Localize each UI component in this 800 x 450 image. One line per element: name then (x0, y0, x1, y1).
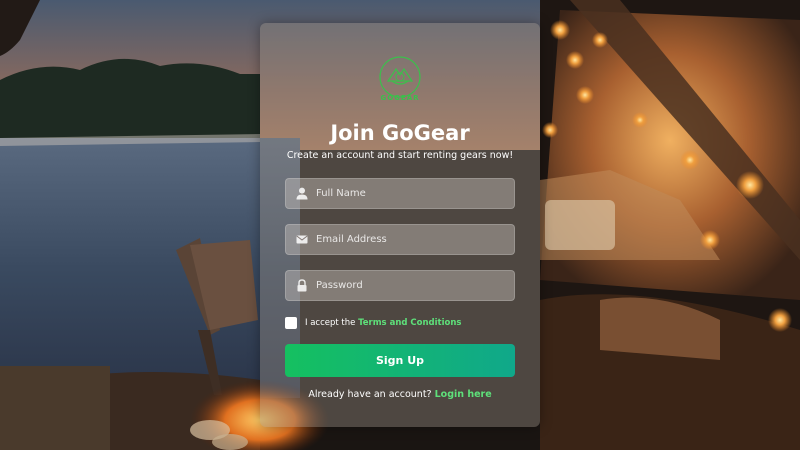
signup-page: GOGEAR Join GoGear Create an account and… (0, 0, 800, 450)
page-subtitle: Create an account and start renting gear… (286, 150, 514, 161)
brand-name: GOGEAR (380, 94, 420, 102)
password-input[interactable] (316, 271, 506, 300)
login-prompt-row: Already have an account? Login here (260, 389, 540, 400)
signup-card: GOGEAR Join GoGear Create an account and… (260, 23, 540, 427)
login-link[interactable]: Login here (435, 389, 492, 400)
envelope-icon (296, 235, 308, 244)
user-icon (296, 187, 308, 200)
terms-link[interactable]: Terms and Conditions (358, 318, 461, 328)
lock-icon (297, 279, 307, 292)
signup-button[interactable]: Sign Up (285, 344, 515, 377)
page-title: Join GoGear (330, 121, 470, 145)
full-name-input[interactable] (316, 179, 506, 208)
email-field[interactable] (285, 224, 515, 255)
password-field[interactable] (285, 270, 515, 301)
full-name-field[interactable] (285, 178, 515, 209)
gogear-logo-icon (379, 56, 421, 98)
terms-checkbox[interactable] (285, 317, 297, 329)
email-input[interactable] (316, 225, 506, 254)
terms-prefix: I accept the (305, 318, 359, 328)
terms-label: I accept the Terms and Conditions (305, 318, 461, 328)
login-prompt-text: Already have an account? (308, 389, 432, 400)
